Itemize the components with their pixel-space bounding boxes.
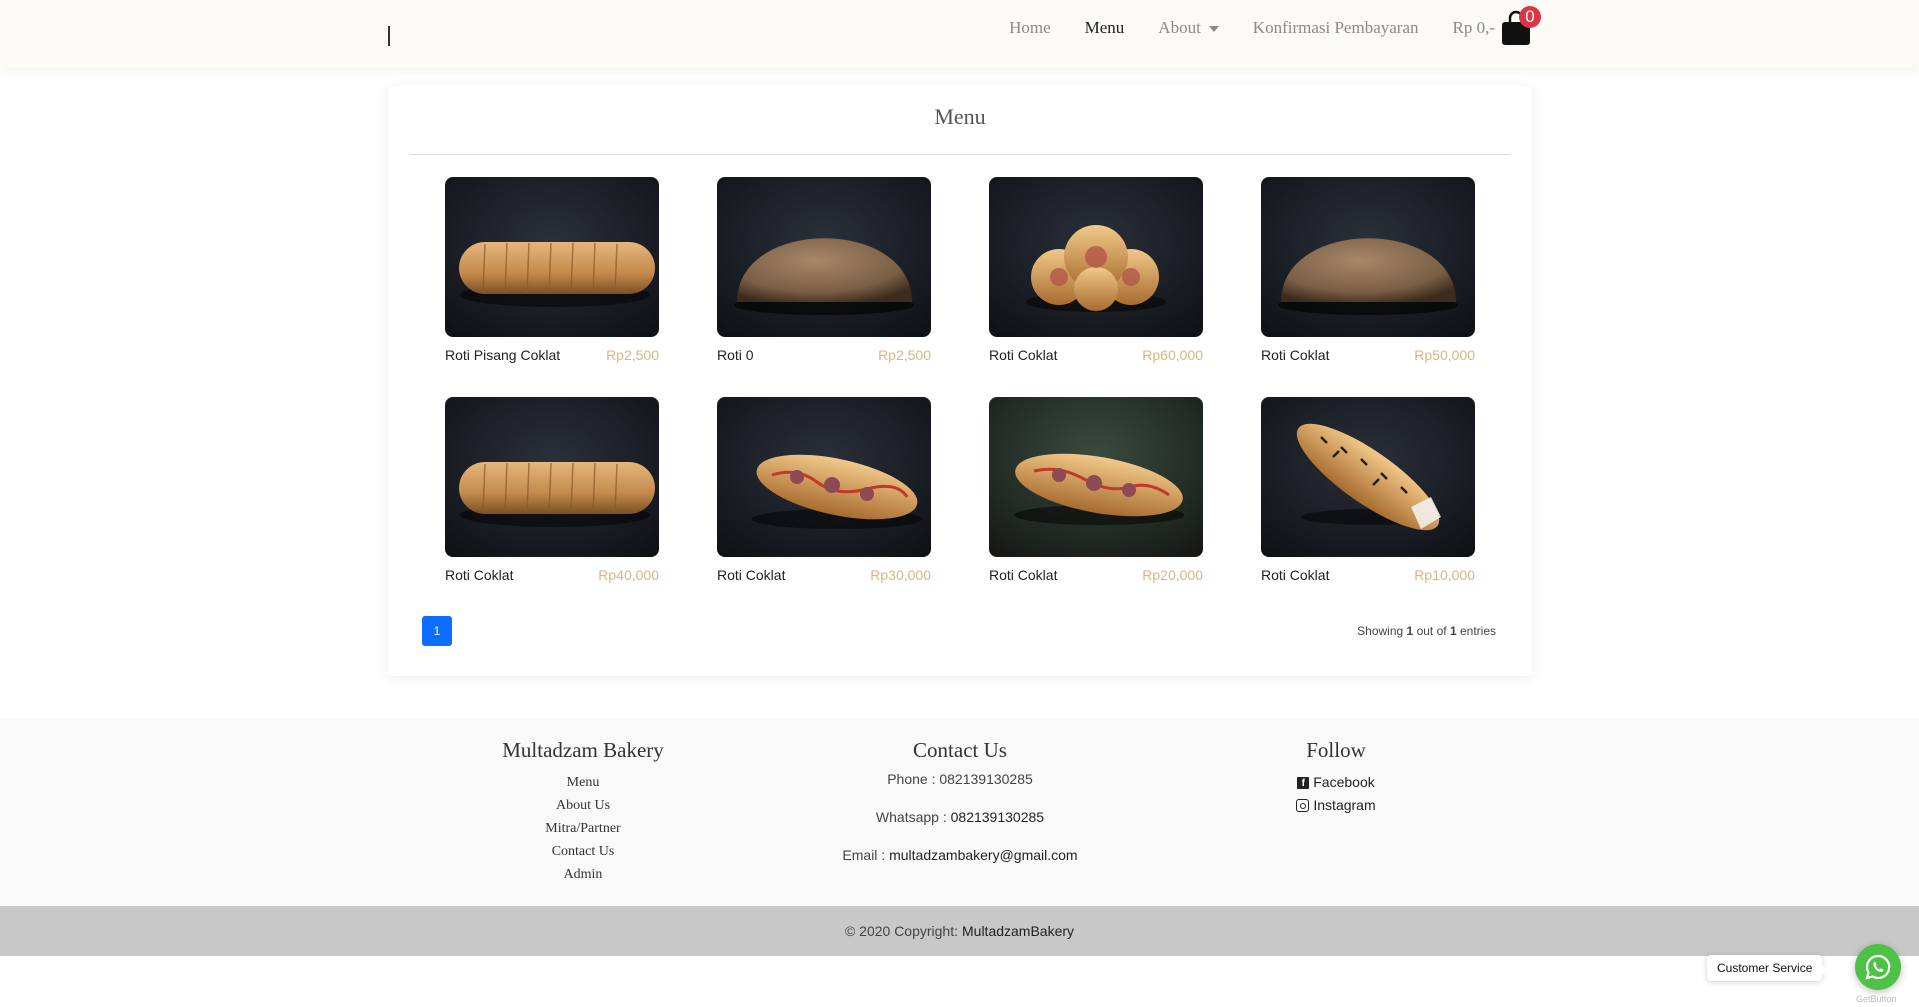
product-name: Roti Coklat — [717, 567, 786, 583]
caret-down-icon — [1208, 26, 1219, 33]
product-image — [445, 177, 659, 337]
brand-placeholder[interactable] — [388, 26, 390, 46]
product-card[interactable]: Roti Coklat Rp20,000 — [989, 397, 1203, 597]
product-price: Rp20,000 — [1142, 567, 1203, 583]
footer-link-mitra[interactable]: Mitra/Partner — [418, 817, 748, 840]
product-name: Roti Coklat — [989, 347, 1058, 363]
nav-konfirmasi-pembayaran[interactable]: Konfirmasi Pembayaran — [1253, 18, 1419, 38]
nav-about-dropdown[interactable]: About — [1158, 18, 1219, 38]
cart-total: Rp 0,- — [1452, 18, 1496, 37]
product-name: Roti Coklat — [989, 567, 1058, 583]
product-card[interactable]: Roti Coklat Rp40,000 — [445, 397, 659, 597]
product-image — [445, 397, 659, 557]
showing-count: 1 — [1406, 624, 1414, 638]
email-link[interactable]: multadzambakery@gmail.com — [889, 847, 1078, 863]
menu-card: Menu Roti Pisang Coklat Rp2,500 Roti 0 Rp2… — [388, 86, 1532, 676]
product-price: Rp40,000 — [598, 567, 659, 583]
footer-brand-column: Multadzam Bakery Menu About Us Mitra/Par… — [418, 738, 748, 886]
footer-link-menu[interactable]: Menu — [418, 771, 748, 794]
product-card[interactable]: Roti Pisang Coklat Rp2,500 — [445, 177, 659, 377]
nav-home[interactable]: Home — [1009, 18, 1051, 38]
showing-prefix: Showing — [1357, 624, 1404, 638]
copyright-brand-link[interactable]: MultadzamBakery — [962, 923, 1074, 939]
whatsapp-link[interactable]: 082139130285 — [951, 809, 1044, 825]
product-card[interactable]: Roti Coklat Rp10,000 — [1261, 397, 1475, 597]
contact-phone: Phone : 082139130285 — [795, 771, 1125, 787]
facebook-link[interactable]: f Facebook — [1171, 771, 1501, 794]
instagram-label: Instagram — [1313, 797, 1376, 813]
facebook-icon: f — [1297, 776, 1310, 789]
product-card[interactable]: Roti 0 Rp2,500 — [717, 177, 931, 377]
instagram-icon — [1296, 799, 1310, 812]
footer-link-admin[interactable]: Admin — [418, 863, 748, 886]
cart[interactable]: Rp 0,- 0 — [1452, 6, 1541, 46]
product-price: Rp30,000 — [870, 567, 931, 583]
product-name: Roti 0 — [717, 347, 754, 363]
footer-follow-title: Follow — [1306, 738, 1366, 762]
product-image — [1261, 177, 1475, 337]
contact-whatsapp: Whatsapp : 082139130285 — [795, 809, 1125, 825]
product-card[interactable]: Roti Coklat Rp60,000 — [989, 177, 1203, 377]
pagination-page-button[interactable]: 1 — [422, 616, 452, 646]
page-title: Menu — [934, 104, 986, 129]
product-name: Roti Pisang Coklat — [445, 347, 561, 363]
instagram-link[interactable]: Instagram — [1171, 794, 1501, 817]
product-name: Roti Coklat — [445, 567, 514, 583]
product-name: Roti Coklat — [1261, 567, 1330, 583]
navbar: Home Menu About Konfirmasi Pembayaran Rp… — [0, 0, 1919, 68]
divider — [410, 154, 1510, 155]
copyright-text: © 2020 Copyright: — [844, 923, 958, 939]
customer-service-label[interactable]: Customer Service — [1707, 955, 1829, 981]
product-price: Rp50,000 — [1414, 347, 1475, 363]
facebook-label: Facebook — [1313, 774, 1375, 790]
showing-middle: out of — [1416, 624, 1447, 638]
footer-link-contact[interactable]: Contact Us — [418, 840, 748, 863]
nav-links: Home Menu About Konfirmasi Pembayaran Rp… — [1009, 0, 1541, 56]
showing-total: 1 — [1449, 624, 1457, 638]
product-image — [1261, 397, 1475, 557]
product-price: Rp2,500 — [878, 347, 931, 363]
product-name: Roti Coklat — [1261, 347, 1330, 363]
product-image — [717, 177, 931, 337]
contact-email: Email : multadzambakery@gmail.com — [795, 847, 1125, 863]
phone-label: Phone : — [887, 771, 940, 787]
footer-contact-column: Contact Us Phone : 082139130285 Whatsapp… — [795, 738, 1125, 885]
whatsapp-button[interactable] — [1855, 944, 1901, 990]
nav-about-label: About — [1158, 18, 1201, 37]
product-price: Rp60,000 — [1142, 347, 1203, 363]
phone-value: 082139130285 — [939, 771, 1033, 787]
footer: Multadzam Bakery Menu About Us Mitra/Par… — [0, 718, 1919, 906]
footer-link-about[interactable]: About Us — [418, 794, 748, 817]
product-image — [717, 397, 931, 557]
footer-follow-column: Follow f Facebook Instagram — [1171, 738, 1501, 817]
product-price: Rp2,500 — [606, 347, 659, 363]
product-image — [989, 397, 1203, 557]
email-label: Email : — [842, 847, 890, 863]
product-card[interactable]: Roti Coklat Rp50,000 — [1261, 177, 1475, 377]
whatsapp-icon — [1865, 954, 1891, 980]
cart-count-badge: 0 — [1519, 6, 1541, 28]
showing-suffix: entries — [1459, 624, 1496, 638]
product-card[interactable]: Roti Coklat Rp30,000 — [717, 397, 931, 597]
whatsapp-label: Whatsapp : — [875, 809, 951, 825]
shopping-bag-icon[interactable]: 0 — [1501, 6, 1541, 46]
nav-menu[interactable]: Menu — [1085, 18, 1125, 38]
entries-summary: Showing 1 out of 1 entries — [1357, 624, 1496, 638]
footer-brand-title: Multadzam Bakery — [502, 738, 664, 762]
getbutton-credit: GetButton — [1856, 994, 1897, 1004]
footer-contact-title: Contact Us — [913, 738, 1007, 762]
copyright-bar: © 2020 Copyright: MultadzamBakery — [0, 906, 1919, 956]
product-price: Rp10,000 — [1414, 567, 1475, 583]
product-image — [989, 177, 1203, 337]
